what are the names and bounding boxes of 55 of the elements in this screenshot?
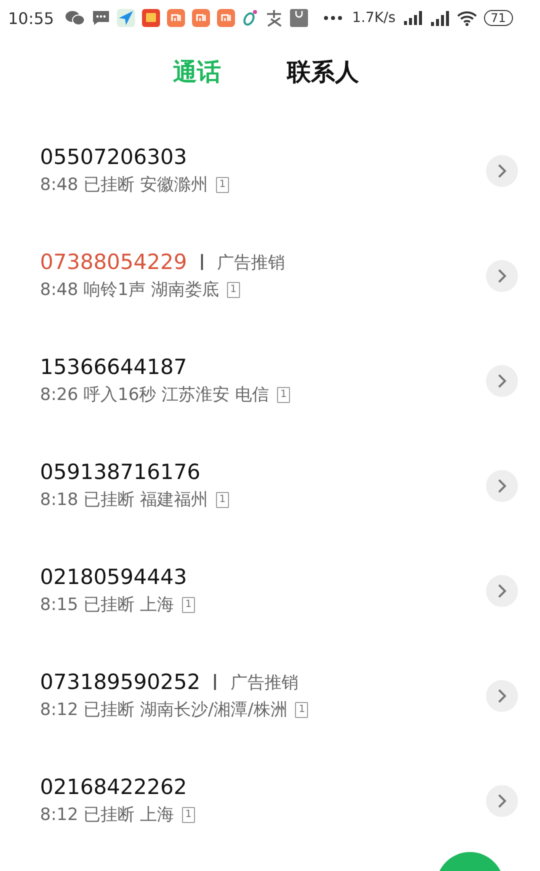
details-button[interactable] xyxy=(486,680,518,712)
sim-card-icon: 1 xyxy=(295,702,308,718)
app-icon xyxy=(142,9,160,27)
details-button[interactable] xyxy=(486,574,518,606)
sim-card-icon: 1 xyxy=(182,806,195,822)
call-details: 8:18 已挂断 福建福州 xyxy=(40,489,208,511)
battery-level: 71 xyxy=(484,10,513,26)
phone-number: 059138716176 xyxy=(40,460,200,484)
call-details: 8:26 呼入16秒 江苏淮安 电信 xyxy=(40,384,270,406)
details-button[interactable] xyxy=(486,260,518,292)
tab[interactable]: 联系人 xyxy=(279,52,367,92)
call-details: 8:48 已挂断 安徽滁州 xyxy=(40,174,208,196)
shopping-bag-icon xyxy=(290,9,308,27)
phone-number: 15366644187 xyxy=(40,355,187,379)
sim-card-icon: 1 xyxy=(216,492,229,508)
details-button[interactable] xyxy=(486,154,518,186)
sim-card-icon: 1 xyxy=(277,386,290,402)
signal-icon xyxy=(402,11,423,25)
call-tag: 广告推销 xyxy=(230,670,298,694)
phone-number: 02168422262 xyxy=(40,775,187,799)
phone-number: 02180594443 xyxy=(40,565,187,589)
swirl-icon xyxy=(242,9,258,27)
chevron-right-icon xyxy=(497,584,507,598)
chevron-right-icon xyxy=(497,164,507,178)
network-speed: 1.7K/s xyxy=(352,10,396,26)
chat-bubbles-icon xyxy=(65,10,86,26)
status-time: 10:55 xyxy=(8,8,54,28)
call-details: 8:48 响铃1声 湖南娄底 xyxy=(40,279,219,301)
details-button[interactable] xyxy=(486,470,518,502)
call-tag: 广告推销 xyxy=(216,250,285,274)
call-details: 8:12 已挂断 上海 xyxy=(40,804,174,826)
app-icon xyxy=(192,9,210,27)
payment-icon xyxy=(265,9,284,27)
app-icon xyxy=(167,9,186,27)
message-icon xyxy=(92,10,110,26)
chevron-right-icon xyxy=(497,688,507,702)
phone-number: 073189590252 xyxy=(40,670,200,694)
chevron-right-icon xyxy=(497,374,507,388)
sim-card-icon: 1 xyxy=(216,176,229,192)
phone-number: 07388054229 xyxy=(40,250,187,274)
phone-number: 05507206303 xyxy=(40,145,187,169)
details-button[interactable] xyxy=(486,784,518,816)
wifi-icon xyxy=(456,10,477,26)
details-button[interactable] xyxy=(486,364,518,396)
chevron-right-icon xyxy=(497,794,507,808)
chevron-right-icon xyxy=(497,268,507,282)
sim-card-icon: 1 xyxy=(182,596,195,612)
sim-card-icon: 1 xyxy=(226,282,240,298)
more-icon xyxy=(323,15,344,21)
paper-plane-icon xyxy=(117,9,136,27)
chevron-right-icon xyxy=(497,478,507,492)
signal-icon xyxy=(430,10,450,26)
call-details: 8:15 已挂断 上海 xyxy=(40,594,174,616)
app-icon xyxy=(217,9,236,27)
call-details: 8:12 已挂断 湖南长沙/湘潭/株洲 xyxy=(40,699,288,721)
